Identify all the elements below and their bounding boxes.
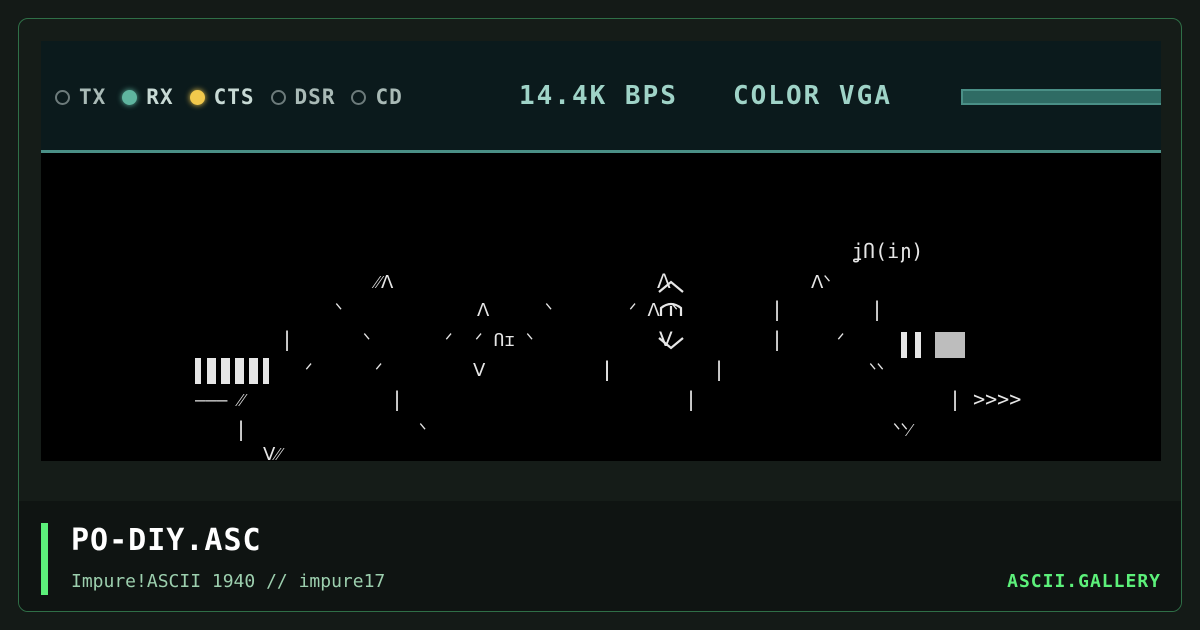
indicator-label: CD <box>375 85 403 109</box>
accent-bar <box>41 523 48 595</box>
indicator-label: CTS <box>213 85 255 109</box>
art-line: ᐱ <box>657 269 671 293</box>
modem-indicators: TX RX CTS DSR CD <box>55 85 419 109</box>
file-credit: Impure!ASCII 1940 // impure17 <box>71 571 386 592</box>
art-line: | <box>871 297 883 321</box>
art-line: ᐠᐠ <box>869 360 884 381</box>
led-icon <box>351 89 367 105</box>
art-line: ᐯ⁄⁄ <box>263 444 285 461</box>
indicator-label: RX <box>146 85 174 109</box>
art-line: | <box>685 387 697 411</box>
art-line: | <box>601 357 613 381</box>
art-line: ᐠ <box>363 330 371 351</box>
led-icon <box>270 89 286 105</box>
art-line: ᐟ <box>837 330 845 351</box>
indicator-rx: RX <box>122 85 173 109</box>
art-line: ᐟ <box>305 360 313 381</box>
indicator-label: DSR <box>294 85 336 109</box>
art-line: ᐟ <box>445 330 453 351</box>
art-line: ᐟ <box>375 360 383 381</box>
display-mode: COLOR VGA <box>733 81 892 111</box>
bar-block-left <box>195 358 269 384</box>
art-line: | <box>235 417 247 441</box>
art-line: | <box>391 387 403 411</box>
art-line: ᐠ <box>545 300 553 321</box>
signal-meter <box>961 89 1161 105</box>
bar-block-right <box>901 332 921 358</box>
art-line: | <box>771 297 783 321</box>
art-line: ᐱᐠ <box>811 272 831 293</box>
art-line: | <box>713 357 725 381</box>
art-line: | >>>> <box>949 387 1021 411</box>
art-line: ᐠᐠ⁄ <box>893 420 915 441</box>
ascii-art: ʝՈ(iɲ) ⁄⁄ᐱ ᐱ ᐱᐠ ᐠ ᐱ ᐠ ᐟ ᐱ ᐠ | | | ᐠ ᐟ ᐟ … <box>195 239 1021 461</box>
card-frame: TX RX CTS DSR CD 14.4K BPS COLOR VGA ʝՈ(… <box>18 18 1182 612</box>
art-line: ——— ⁄⁄ <box>195 390 248 411</box>
art-line: ᐟ Ոɪ ᐠ <box>475 330 534 351</box>
indicator-cd: CD <box>351 85 402 109</box>
modem-status-bar: TX RX CTS DSR CD 14.4K BPS COLOR VGA <box>41 41 1161 153</box>
card-footer: PO-DIY.ASC Impure!ASCII 1940 // impure17… <box>19 501 1181 611</box>
art-line: ᐱ <box>477 300 490 321</box>
signal-meter-fill <box>963 91 1161 103</box>
art-line: ᐠ <box>419 420 427 441</box>
led-icon <box>122 89 138 105</box>
indicator-cts: CTS <box>189 85 255 109</box>
led-icon <box>189 89 205 105</box>
solid-block <box>935 332 965 358</box>
art-line: | <box>771 327 783 351</box>
art-line: | <box>281 327 293 351</box>
indicator-label: TX <box>79 85 107 109</box>
terminal-screen: TX RX CTS DSR CD 14.4K BPS COLOR VGA ʝՈ(… <box>41 41 1161 461</box>
baud-rate: 14.4K BPS <box>519 81 678 111</box>
indicator-tx: TX <box>55 85 106 109</box>
art-line: ʝՈ(iɲ) <box>851 239 923 263</box>
indicator-dsr: DSR <box>270 85 336 109</box>
art-line: ⁄⁄ᐱ <box>371 272 394 293</box>
file-title: PO-DIY.ASC <box>71 523 262 558</box>
art-line: ᐠ <box>335 300 343 321</box>
art-line: ᐯ <box>473 360 486 381</box>
led-icon <box>55 89 70 105</box>
site-brand[interactable]: ASCII.GALLERY <box>1007 571 1161 592</box>
